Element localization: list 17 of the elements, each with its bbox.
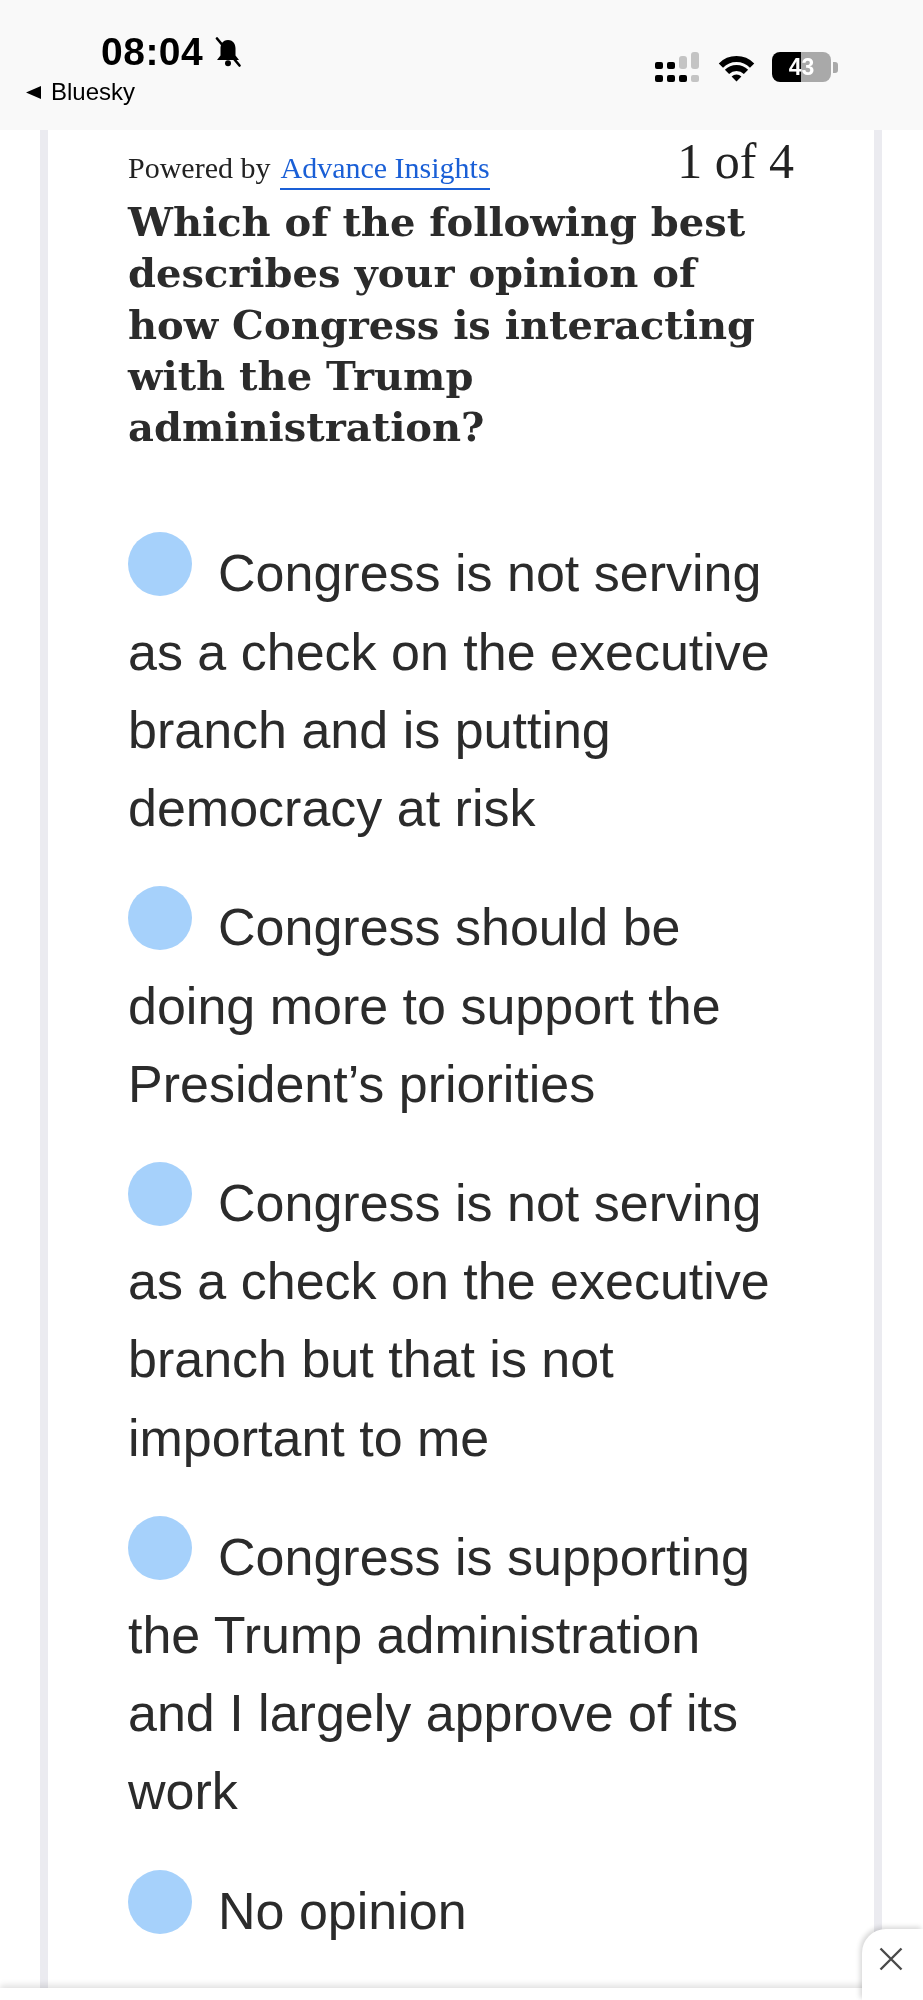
back-to-app-button[interactable]: Bluesky	[26, 78, 136, 106]
close-icon	[879, 1947, 903, 1971]
powered-by-label: Powered by	[128, 151, 271, 185]
cellular-signal-icon	[655, 52, 700, 82]
answer-option[interactable]: Congress is not serving as a check on the executive branch but that is not important to me	[128, 1161, 780, 1477]
back-triangle-icon	[26, 85, 41, 99]
question-counter: 1 of 4	[677, 132, 794, 190]
question-text: Which of the following best describes your opinion of how Congress is interacting with the Trump administration?	[128, 197, 757, 453]
battery-cap-icon	[833, 61, 838, 73]
clock-time: 08:04	[101, 34, 204, 70]
answer-option[interactable]: No opinion	[128, 1869, 780, 1950]
close-button[interactable]	[862, 1929, 923, 2000]
answer-option[interactable]: Congress is not serving as a check on the executive branch and is putting democracy at risk	[128, 532, 780, 848]
answer-option[interactable]: Congress should be doing more to support the President’s priorities	[128, 886, 780, 1123]
answer-option[interactable]: Congress is supporting the Trump administration and I largely approve of its work	[128, 1515, 780, 1831]
advance-insights-link[interactable]: Advance Insights	[280, 151, 490, 190]
muted-bell-icon	[214, 37, 243, 67]
